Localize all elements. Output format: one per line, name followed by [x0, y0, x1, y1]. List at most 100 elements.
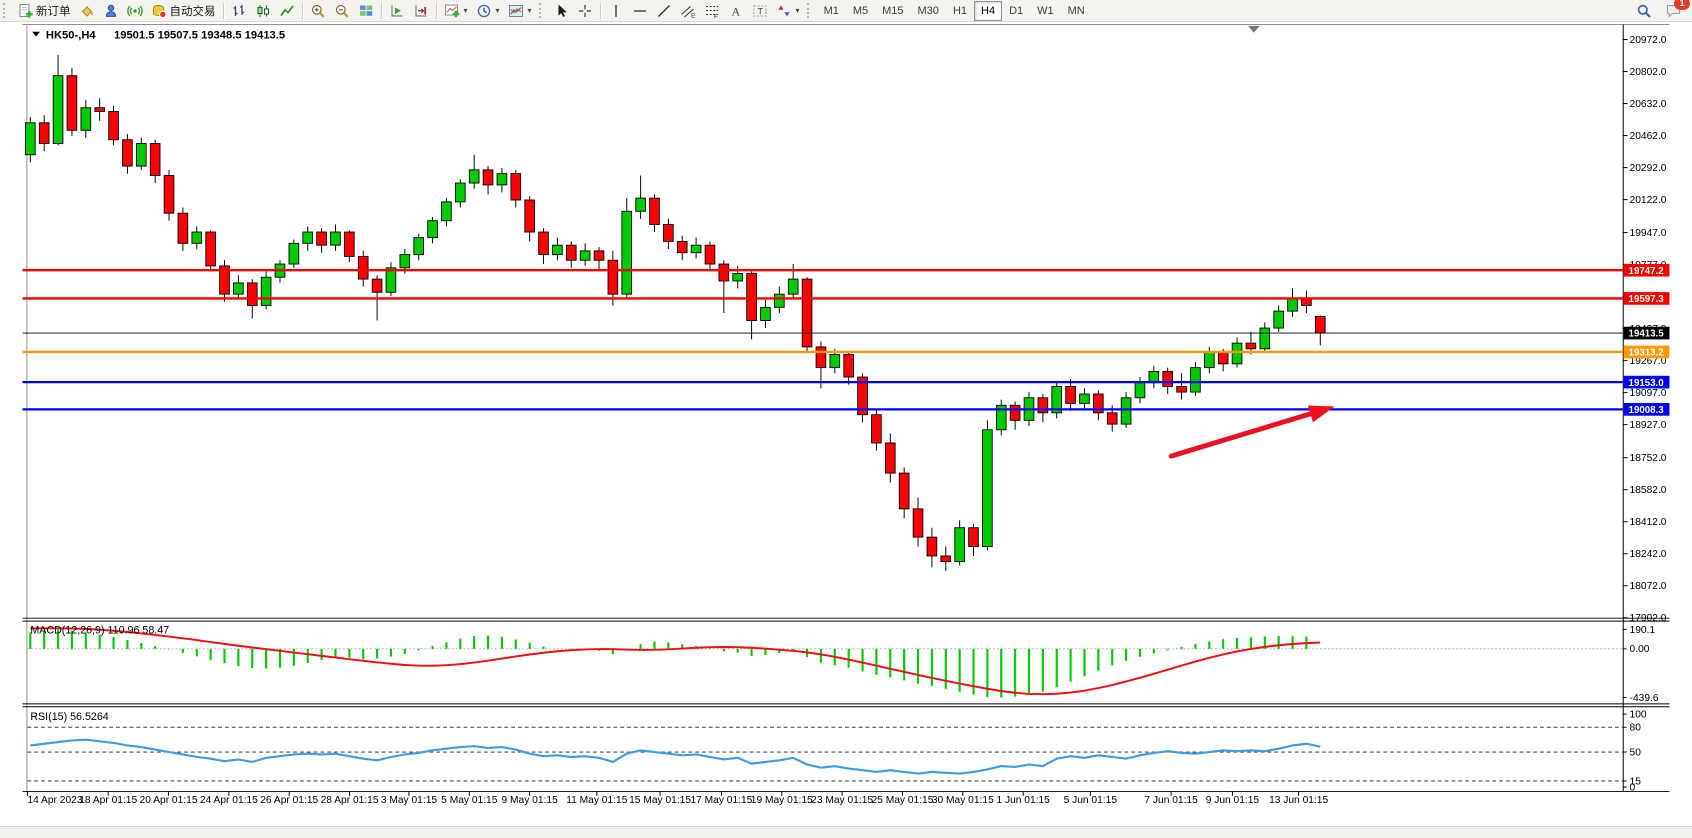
- candle: [802, 279, 812, 347]
- price-line-label: 19747.2: [1629, 266, 1665, 277]
- price-tick-label: 18752.0: [1630, 453, 1667, 464]
- tf-m1[interactable]: M1: [817, 1, 846, 21]
- toolbar-grip[interactable]: [807, 3, 813, 18]
- candle: [872, 415, 882, 443]
- tf-m15[interactable]: M15: [875, 1, 910, 21]
- profiles-button[interactable]: [99, 0, 123, 22]
- candle: [136, 143, 146, 166]
- horizontal-line-button[interactable]: [628, 0, 652, 22]
- macd-pane: [27, 628, 1622, 697]
- chart-shift-button[interactable]: [409, 0, 433, 22]
- candle: [400, 255, 410, 268]
- tf-d1[interactable]: D1: [1002, 1, 1030, 21]
- tf-m5[interactable]: M5: [846, 1, 875, 21]
- trendline-button[interactable]: [652, 0, 676, 22]
- candlestick-chart-button[interactable]: [251, 0, 275, 22]
- candle: [469, 170, 479, 183]
- notification-badge: 1: [1674, 0, 1690, 10]
- candle: [1121, 398, 1131, 424]
- arrows-button[interactable]: ▾: [772, 0, 804, 22]
- tf-h1[interactable]: H1: [946, 1, 974, 21]
- fibonacci-button[interactable]: F: [700, 0, 724, 22]
- tf-w1[interactable]: W1: [1030, 1, 1061, 21]
- price-line-label: 19008.3: [1629, 405, 1665, 416]
- chart-canvas[interactable]: 20972.020802.020632.020462.020292.020122…: [0, 22, 1692, 826]
- tf-m30[interactable]: M30: [911, 1, 946, 21]
- indicators-button[interactable]: ▾: [440, 0, 472, 22]
- search-button[interactable]: [1636, 3, 1652, 19]
- auto-trading-button[interactable]: 自动交易: [147, 0, 220, 22]
- toolbar-right-icons: 1: [1636, 3, 1692, 19]
- candle: [109, 111, 119, 139]
- candle: [719, 264, 729, 281]
- auto-scroll-button[interactable]: [385, 0, 409, 22]
- candle: [580, 251, 590, 260]
- line-chart-button[interactable]: [275, 0, 299, 22]
- candle: [1177, 386, 1187, 392]
- toolbar-grip[interactable]: [3, 3, 9, 18]
- macd-tick-label: 190.1: [1630, 625, 1656, 636]
- date-tick-label: 5 May 01:15: [441, 795, 498, 806]
- trend-arrow-annotation[interactable]: [1171, 405, 1335, 456]
- candle: [622, 211, 632, 294]
- notifications-button[interactable]: 1: [1666, 3, 1682, 19]
- candle: [442, 202, 452, 221]
- tf-w1-label: W1: [1037, 5, 1054, 17]
- candle: [289, 243, 299, 264]
- symbol-dropdown-icon[interactable]: [32, 32, 40, 37]
- candle: [650, 198, 660, 224]
- toolbar-grip[interactable]: [539, 3, 545, 18]
- crosshair-button[interactable]: [573, 0, 597, 22]
- signal-icon: [127, 3, 143, 19]
- bar-chart-button[interactable]: [227, 0, 251, 22]
- doc-plus-icon: [17, 3, 33, 19]
- candle: [594, 251, 604, 260]
- text-button[interactable]: A: [724, 0, 748, 22]
- vertical-line-button[interactable]: [604, 0, 628, 22]
- candle: [733, 273, 743, 281]
- tf-mn[interactable]: MN: [1061, 1, 1092, 21]
- tile-windows-button[interactable]: [354, 0, 378, 22]
- toolbar-separator: [302, 3, 303, 19]
- rsi-tick-label: 0: [1630, 782, 1636, 793]
- macd-tick-label: 0.00: [1630, 644, 1650, 655]
- candle: [1163, 371, 1173, 386]
- periods-button[interactable]: ▾: [472, 0, 504, 22]
- templates-button[interactable]: ▾: [504, 0, 536, 22]
- candle: [1204, 353, 1214, 368]
- candle: [1315, 316, 1325, 333]
- candle: [885, 443, 895, 473]
- text-label-button[interactable]: T: [748, 0, 772, 22]
- candle: [566, 245, 576, 260]
- person-icon: [103, 3, 119, 19]
- price-tick-label: 19947.0: [1630, 228, 1667, 239]
- styles-button[interactable]: [75, 0, 99, 22]
- zoom-out-button[interactable]: [330, 0, 354, 22]
- price-tick-label: 17902.0: [1630, 613, 1667, 624]
- candle: [1232, 343, 1242, 364]
- candle: [344, 232, 354, 256]
- cursor-button[interactable]: [549, 0, 573, 22]
- macd-tick-label: -439.6: [1630, 693, 1659, 704]
- price-tick-label: 20462.0: [1630, 131, 1667, 142]
- signals-button[interactable]: [123, 0, 147, 22]
- svg-text:F: F: [714, 13, 718, 19]
- zoom-out-icon: [334, 3, 350, 19]
- crosshair-icon: [577, 3, 593, 19]
- date-tick-label: 28 Apr 01:15: [321, 795, 379, 806]
- candle: [969, 528, 979, 547]
- tf-h4[interactable]: H4: [974, 1, 1002, 21]
- date-tick-label: 9 Jun 01:15: [1206, 795, 1260, 806]
- new-order-button[interactable]: 新订单: [13, 0, 75, 22]
- candle: [261, 277, 271, 305]
- candle: [761, 307, 771, 320]
- zoom-in-button[interactable]: [306, 0, 330, 22]
- price-tick-label: 20972.0: [1630, 35, 1667, 46]
- toolbar-separator: [381, 3, 382, 19]
- price-tick-label: 19097.0: [1630, 388, 1667, 399]
- equidistant-channel-button[interactable]: E: [676, 0, 700, 22]
- date-tick-label: 1 Jun 01:15: [996, 795, 1050, 806]
- candle: [1246, 343, 1256, 349]
- shift-icon: [413, 3, 429, 19]
- price-tick-label: 18582.0: [1630, 485, 1667, 496]
